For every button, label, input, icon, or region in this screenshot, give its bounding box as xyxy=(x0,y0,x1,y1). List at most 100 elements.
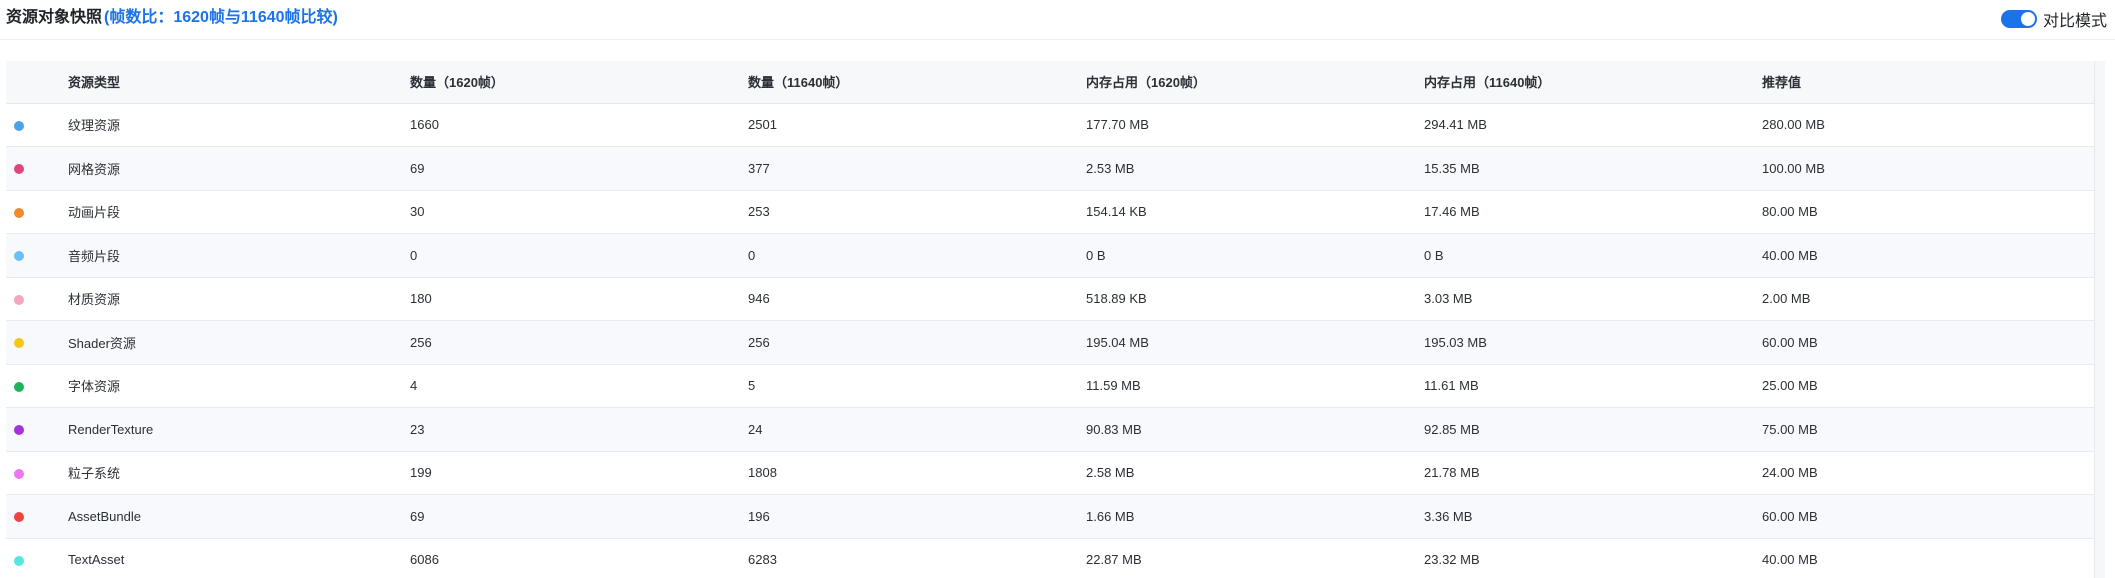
resource-type-cell: Shader资源 xyxy=(68,335,136,351)
resource-type-cell: 纹理资源 xyxy=(68,118,121,134)
column-header-memory-11640[interactable]: 内存占用（11640帧） xyxy=(1424,61,1762,104)
frame-compare-subtitle: (帧数比：1620帧与11640帧比较) xyxy=(104,9,338,26)
recommended-cell: 40.00 MB xyxy=(1762,552,1818,568)
color-dot-icon xyxy=(14,512,24,523)
column-header-recommended[interactable]: 推荐值 xyxy=(1762,61,2094,104)
count-1620-cell: 69 xyxy=(410,508,425,524)
memory-1620-cell: 2.53 MB xyxy=(1086,160,1135,176)
resource-type-cell: 网格资源 xyxy=(68,161,121,177)
toggle-knob xyxy=(2020,12,2035,26)
color-marker-cell xyxy=(6,190,68,234)
count-11640-cell: 1808 xyxy=(748,465,777,481)
color-dot-icon xyxy=(14,207,24,218)
memory-11640-cell: 17.46 MB xyxy=(1424,204,1480,220)
resource-type-cell: 材质资源 xyxy=(68,292,121,308)
memory-11640-cell: 23.32 MB xyxy=(1424,552,1480,568)
count-1620-cell: 256 xyxy=(410,334,432,350)
page-title: 资源对象快照 (帧数比：1620帧与11640帧比较) xyxy=(6,8,338,28)
table-row[interactable]: 字体资源 4 5 11.59 MB 11.61 MB 25.00 MB xyxy=(6,364,2094,408)
header-bar: 资源对象快照 (帧数比：1620帧与11640帧比较) 对比模式 xyxy=(0,0,2115,40)
recommended-cell: 100.00 MB xyxy=(1762,160,1825,176)
compare-mode-toggle[interactable] xyxy=(2000,10,2037,28)
table-row[interactable]: 粒子系统 199 1808 2.58 MB 21.78 MB 24.00 MB xyxy=(6,451,2094,495)
table-row[interactable]: RenderTexture 23 24 90.83 MB 92.85 MB 75.00 M… xyxy=(6,407,2094,452)
count-1620-cell: 1660 xyxy=(410,117,439,133)
table-row[interactable]: TextAsset 6086 6283 22.87 MB 23.32 MB 40.00 M… xyxy=(6,538,2094,578)
color-dot-icon xyxy=(14,381,24,392)
color-dot-icon xyxy=(14,164,24,175)
count-11640-cell: 946 xyxy=(748,291,770,307)
count-11640-cell: 6283 xyxy=(748,552,777,568)
memory-11640-cell: 195.03 MB xyxy=(1424,334,1487,350)
memory-11640-cell: 3.03 MB xyxy=(1424,291,1473,307)
count-1620-cell: 69 xyxy=(410,160,425,176)
recommended-cell: 80.00 MB xyxy=(1762,204,1818,220)
memory-1620-cell: 1.66 MB xyxy=(1086,508,1135,524)
count-11640-cell: 377 xyxy=(748,160,770,176)
count-1620-cell: 4 xyxy=(410,378,418,394)
table-scrollbar[interactable] xyxy=(2094,61,2105,578)
resource-type-cell: 字体资源 xyxy=(68,379,121,395)
memory-1620-cell: 195.04 MB xyxy=(1086,334,1149,350)
count-11640-cell: 5 xyxy=(748,378,756,394)
column-header-memory-1620[interactable]: 内存占用（1620帧） xyxy=(1086,61,1424,104)
memory-11640-cell: 0 B xyxy=(1424,247,1444,263)
column-header-type[interactable]: 资源类型 xyxy=(68,61,410,104)
resource-type-cell: 音频片段 xyxy=(68,248,121,264)
count-1620-cell: 199 xyxy=(410,465,432,481)
table-row[interactable]: AssetBundle 69 196 1.66 MB 3.36 MB 60.00 MB xyxy=(6,494,2094,538)
color-dot-icon xyxy=(14,468,24,479)
resource-table-container: 资源类型 数量（1620帧） 数量（11640帧） 内存占用（1620帧） 内存… xyxy=(6,61,2094,578)
resource-type-cell: 粒子系统 xyxy=(68,466,121,482)
memory-1620-cell: 0 B xyxy=(1086,247,1106,263)
count-1620-cell: 23 xyxy=(410,421,425,437)
column-header-marker xyxy=(6,61,68,104)
count-1620-cell: 180 xyxy=(410,291,432,307)
memory-1620-cell: 518.89 KB xyxy=(1086,291,1147,307)
compare-mode-control: 对比模式 xyxy=(2000,8,2107,30)
table-header-row: 资源类型 数量（1620帧） 数量（11640帧） 内存占用（1620帧） 内存… xyxy=(6,61,2094,104)
color-marker-cell xyxy=(6,451,68,495)
table-row[interactable]: 音频片段 0 0 0 B 0 B 40.00 MB xyxy=(6,233,2094,278)
memory-11640-cell: 11.61 MB xyxy=(1424,378,1479,394)
table-row[interactable]: 纹理资源 1660 2501 177.70 MB 294.41 MB 280.00 MB xyxy=(6,103,2094,147)
color-marker-cell xyxy=(6,538,68,578)
count-11640-cell: 0 xyxy=(748,247,756,263)
table-row[interactable]: Shader资源 256 256 195.04 MB 195.03 MB 60.00 MB xyxy=(6,320,2094,364)
color-marker-cell xyxy=(6,103,68,147)
color-dot-icon xyxy=(14,425,24,436)
memory-11640-cell: 3.36 MB xyxy=(1424,508,1473,524)
recommended-cell: 60.00 MB xyxy=(1762,334,1818,350)
resource-table: 资源类型 数量（1620帧） 数量（11640帧） 内存占用（1620帧） 内存… xyxy=(6,61,2094,578)
table-row[interactable]: 材质资源 180 946 518.89 KB 3.03 MB 2.00 MB xyxy=(6,277,2094,321)
color-marker-cell xyxy=(6,234,68,278)
compare-mode-label: 对比模式 xyxy=(2042,13,2107,30)
memory-11640-cell: 92.85 MB xyxy=(1424,421,1480,437)
resource-type-cell: TextAsset xyxy=(68,552,125,568)
memory-11640-cell: 294.41 MB xyxy=(1424,117,1487,133)
count-1620-cell: 0 xyxy=(410,247,418,263)
count-11640-cell: 196 xyxy=(748,508,770,524)
column-header-count-1620[interactable]: 数量（1620帧） xyxy=(410,61,748,104)
memory-1620-cell: 90.83 MB xyxy=(1086,421,1142,437)
color-marker-cell xyxy=(6,408,68,452)
color-dot-icon xyxy=(14,294,24,305)
table-body: 纹理资源 1660 2501 177.70 MB 294.41 MB 280.00 MB 网… xyxy=(6,103,2094,578)
table-row[interactable]: 网格资源 69 377 2.53 MB 15.35 MB 100.00 MB xyxy=(6,146,2094,191)
color-marker-cell xyxy=(6,147,68,191)
resource-type-cell: AssetBundle xyxy=(68,508,141,524)
count-1620-cell: 30 xyxy=(410,204,425,220)
color-dot-icon xyxy=(14,555,24,566)
recommended-cell: 75.00 MB xyxy=(1762,421,1818,437)
column-header-count-11640[interactable]: 数量（11640帧） xyxy=(748,61,1086,104)
memory-1620-cell: 22.87 MB xyxy=(1086,552,1142,568)
table-row[interactable]: 动画片段 30 253 154.14 KB 17.46 MB 80.00 MB xyxy=(6,190,2094,234)
title-text: 资源对象快照 xyxy=(6,9,103,26)
count-1620-cell: 6086 xyxy=(410,552,439,568)
resource-type-cell: 动画片段 xyxy=(68,205,121,221)
count-11640-cell: 253 xyxy=(748,204,770,220)
recommended-cell: 25.00 MB xyxy=(1762,378,1818,394)
count-11640-cell: 2501 xyxy=(748,117,777,133)
memory-11640-cell: 21.78 MB xyxy=(1424,465,1480,481)
memory-1620-cell: 2.58 MB xyxy=(1086,465,1135,481)
